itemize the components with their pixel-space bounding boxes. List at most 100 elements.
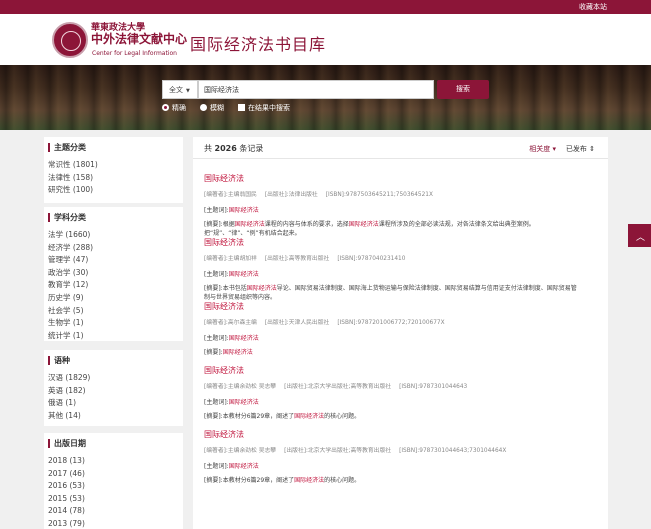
exact-radio[interactable]: 精确 [162,103,186,113]
facet-item[interactable]: 俄语 (1) [48,397,90,410]
fuzzy-radio[interactable]: 模糊 [200,103,224,113]
facet-item[interactable]: 教育学 (12) [48,279,93,292]
result-abstract: [摘要]:本书包括国际经济法导论、国际贸易法律制度、国际海上货物运输与保险法律制… [204,284,602,302]
sort-relevance[interactable]: 相关度 ▾ [529,144,556,154]
search-scope-select[interactable]: 全文 ▼ [162,80,198,99]
facet-item[interactable]: 英语 (182) [48,385,90,398]
kw-value[interactable]: 国际经济法 [229,463,259,470]
result-author: [编著者]:主编胡加祥 [204,256,257,262]
facet-item[interactable]: 政治学 (30) [48,267,93,280]
result-title[interactable]: 国际经济法 [204,173,602,184]
ab-text: 课程所涉及的全部必读法规，对各法律条文给出典型案例。 [378,221,535,228]
site-title: 国际经济法书目库 [190,35,327,54]
result-author: [编著者]:主编翁国民 [204,192,257,198]
result-title[interactable]: 国际经济法 [204,365,602,376]
sort-published[interactable]: 已发布 ⇕ [566,144,595,154]
result-meta: [编著者]:主编翁国民 [出版社]:法律出版社 [ISBN]:97875036452… [204,189,602,198]
result-title[interactable]: 国际经济法 [204,301,602,312]
result-abstract: [摘要]:本教材分6篇29章，阐述了国际经济法的核心问题。 [204,476,602,485]
result-item: 国际经济法 [编著者]:高尔森主编 [出版社]:天津人民出版社 [ISBN]:978… [204,301,602,365]
facet-item[interactable]: 2015 (53) [48,493,85,506]
kw-prefix: [主题词]: [204,207,229,214]
count-suffix: 条记录 [239,144,264,153]
result-publisher: [出版社]:高等教育出版社 [264,256,330,262]
sort-published-label: 已发布 [565,145,587,153]
ab-highlight: 国际经济法 [222,349,253,356]
facet-item[interactable]: 其他 (14) [48,410,90,423]
facet-item[interactable]: 2016 (53) [48,480,85,493]
result-item: 国际经济法 [编著者]:主编余劲松 吴志攀 [出版社]:北京大学出版社;高等教育出… [204,365,602,429]
result-author: [编著者]:主编余劲松 吴志攀 [204,384,277,390]
results-header: 共 2026 条记录 相关度 ▾ 已发布 ⇕ [193,137,608,159]
ab-prefix: [摘要]:本教材分6篇29章，阐述了 [204,477,295,484]
sort-relevance-label: 相关度 [529,145,551,153]
ab-text: 的核心问题。 [324,413,361,420]
search-button[interactable]: 搜索 [437,80,489,99]
results-panel: 共 2026 条记录 相关度 ▾ 已发布 ⇕ 国际经济法 [编著者]:主编翁国民… [193,137,608,529]
facet-discipline: 学科分类 法学 (1660) 经济学 (288) 管理学 (47) 政治学 (3… [44,207,183,341]
logo-cn-line2: 中外法律文献中心 [91,32,188,46]
facet-item[interactable]: 2013 (79) [48,518,85,529]
exact-label: 精确 [172,104,186,112]
ab-line2: 把“规”、“律”、“例”有机结合起来。 [204,230,301,237]
result-isbn: [ISBN]:9787301044643 [399,384,468,390]
facet-item[interactable]: 管理学 (47) [48,254,93,267]
facet-item[interactable]: 汉语 (1829) [48,372,90,385]
ab-text: 导论、国际贸易法律制度、国际海上货物运输与保险法律制度、国际贸易结算与信用证支付… [276,285,577,292]
facet-item[interactable]: 法律性 (158) [48,172,98,185]
facet-item[interactable]: 2014 (78) [48,505,85,518]
ab-highlight: 国际经济法 [234,221,265,228]
result-keywords: [主题词]:国际经济法 [204,461,602,470]
result-title[interactable]: 国际经济法 [204,429,602,440]
ab-highlight: 国际经济法 [294,413,325,420]
facet-item[interactable]: 生物学 (1) [48,317,93,330]
kw-value[interactable]: 国际经济法 [229,207,259,214]
ab-prefix: [摘要]:根据 [204,221,235,228]
result-publisher: [出版社]:法律出版社 [264,192,318,198]
result-abstract: [摘要]:根据国际经济法课程的内容与体系的要求，选择国际经济法课程所涉及的全部必… [204,220,602,238]
facet-item[interactable]: 常识性 (1801) [48,159,98,172]
results-list: 国际经济法 [编著者]:主编翁国民 [出版社]:法律出版社 [ISBN]:97875… [204,173,602,529]
facet-item[interactable]: 2018 (13) [48,455,85,468]
facet-item[interactable]: 研究性 (100) [48,184,98,197]
facet-item[interactable]: 经济学 (288) [48,242,93,255]
radio-unchecked-icon [200,104,207,111]
favorite-site-link[interactable]: 收藏本站 [579,2,607,12]
result-publisher: [出版社]:北京大学出版社;高等教育出版社 [284,384,392,390]
ab-highlight: 国际经济法 [294,477,325,484]
logo-text: 華東政法大學 中外法律文献中心 [91,23,187,45]
result-title[interactable]: 国际经济法 [204,237,602,248]
kw-value[interactable]: 国际经济法 [229,399,259,406]
facet-item[interactable]: 社会学 (5) [48,305,93,318]
result-meta: [编著者]:主编余劲松 吴志攀 [出版社]:北京大学出版社;高等教育出版社 [ISB… [204,381,602,390]
ab-highlight: 国际经济法 [246,285,277,292]
chevron-down-icon: ▼ [186,88,190,94]
result-isbn: [ISBN]:9787503645211;750364521X [325,192,433,198]
result-isbn: [ISBN]:9787201006772;720100677X [337,320,445,326]
kw-prefix: [主题词]: [204,463,229,470]
ab-text: 的核心问题。 [324,477,361,484]
facet-list: 汉语 (1829) 英语 (182) 俄语 (1) 其他 (14) [48,372,90,422]
facet-title: 语种 [48,356,70,365]
chevron-up-icon: ︿ [636,233,646,243]
results-count: 共 2026 条记录 [204,143,263,154]
facet-item[interactable]: 统计学 (1) [48,330,93,343]
search-input[interactable]: 国际经济法 [198,80,434,99]
ab-prefix: [摘要]: [204,349,223,356]
count-value: 2026 [214,144,237,153]
site-header: 華東政法大學 中外法律文献中心 Center for Legal Informa… [0,14,651,65]
result-keywords: [主题词]:国际经济法 [204,333,602,342]
facet-item[interactable]: 法学 (1660) [48,229,93,242]
top-bar: 收藏本站 [0,0,651,14]
university-seal-logo[interactable] [52,22,88,58]
search-within-checkbox[interactable]: 在结果中搜索 [238,103,290,113]
facet-item[interactable]: 2017 (46) [48,468,85,481]
kw-value[interactable]: 国际经济法 [229,271,259,278]
kw-prefix: [主题词]: [204,271,229,278]
facet-item[interactable]: 历史学 (9) [48,292,93,305]
result-abstract: [摘要]:国际经济法 [204,348,602,357]
side-expand-tab[interactable]: ︿ [628,224,651,247]
result-item: 国际经济法 [编著者]:主编余劲松 吴志攀 [出版社]:北京大学出版社;高等教育出… [204,429,602,493]
fuzzy-label: 模糊 [210,104,224,112]
kw-value[interactable]: 国际经济法 [229,335,259,342]
